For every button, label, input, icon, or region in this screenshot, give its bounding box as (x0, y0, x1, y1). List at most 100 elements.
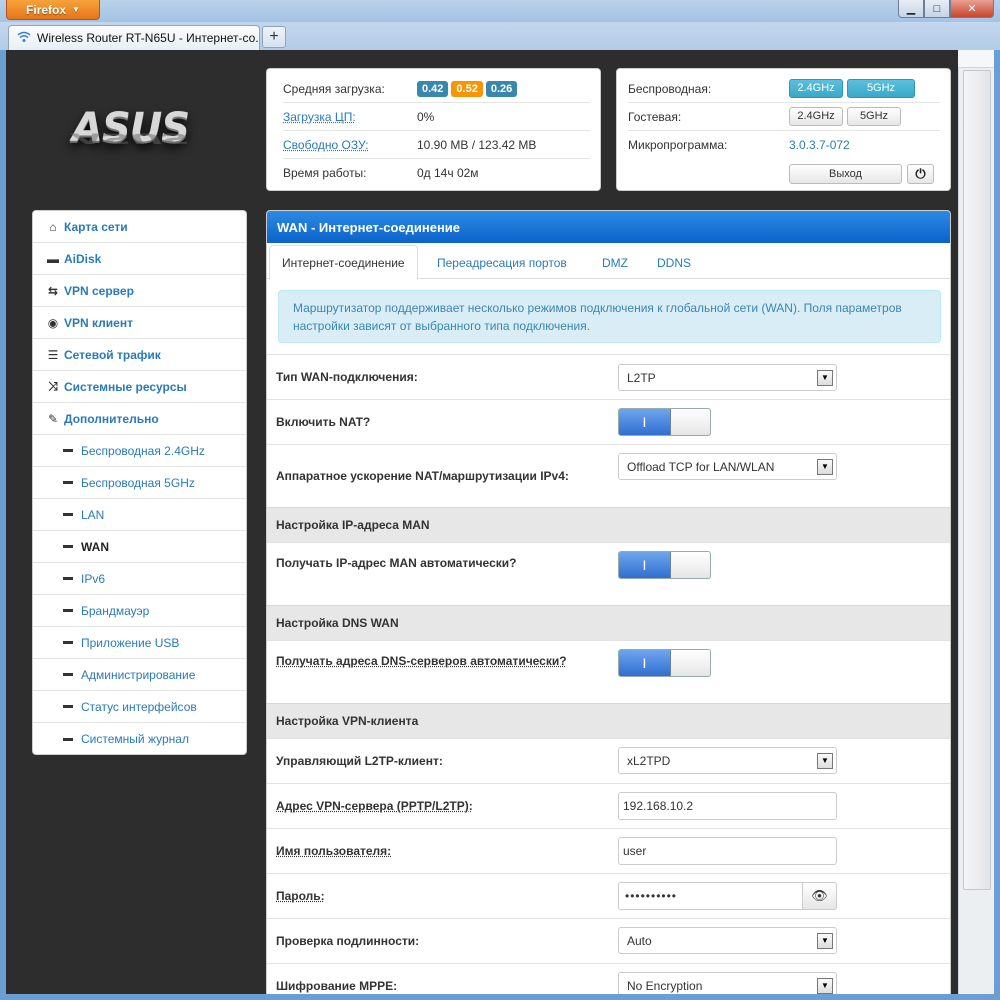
toggle-on-indicator: I (619, 552, 671, 578)
reboot-button[interactable]: ⏻ (907, 164, 934, 184)
sidebar-subitem-wan[interactable]: WAN (33, 531, 246, 563)
hw-accel-select[interactable]: Offload TCP for LAN/WLAN ▼ (618, 453, 837, 480)
password-group: 👁 (618, 882, 837, 910)
auth-select[interactable]: Auto ▼ (618, 927, 837, 954)
sidebar-subitem-label: Администрирование (81, 667, 196, 682)
firmware-row: Микропрограмма: 3.0.3.7-072 (628, 131, 940, 159)
minimize-button[interactable]: ▁ (898, 0, 924, 18)
scroll-thumb[interactable] (963, 70, 991, 890)
wan-type-value: L2TP (627, 370, 656, 385)
tab-dmz[interactable]: DMZ (590, 245, 640, 280)
dash-icon (63, 577, 73, 580)
chevron-down-icon: ▼ (817, 370, 833, 386)
window-titlebar: Firefox ▼ ▁ □ ✕ (0, 0, 1000, 22)
tab-ddns[interactable]: DDNS (645, 245, 703, 280)
sidebar-item-advanced[interactable]: ✎ Дополнительно (33, 403, 246, 435)
wifi-favicon-icon (17, 31, 31, 46)
sidebar-subitem-ipv6[interactable]: IPv6 (33, 563, 246, 595)
hdd-icon: ▬ (47, 251, 59, 266)
sidebar-subitem-label: Системный журнал (81, 732, 189, 746)
sidebar-subitem-syslog[interactable]: Системный журнал (33, 723, 246, 754)
page-scrollbar[interactable] (958, 50, 994, 994)
auth-value: Auto (627, 933, 652, 948)
load-badge-1: 0.42 (417, 80, 449, 97)
eye-icon: 👁 (811, 888, 828, 903)
nat-label: Включить NAT? (276, 415, 371, 429)
free-ram-link[interactable]: Свободно ОЗУ: (283, 138, 417, 152)
hw-accel-row: Аппаратное ускорение NAT/маршрутизации I… (267, 444, 950, 507)
chevron-down-icon: ▼ (817, 978, 833, 994)
scroll-up-button[interactable] (958, 50, 994, 68)
sidebar-item-system-resources[interactable]: ⤨ Системные ресурсы (33, 371, 246, 403)
wan-type-select[interactable]: L2TP ▼ (618, 364, 837, 391)
wan-type-row: Тип WAN-подключения: L2TP ▼ (267, 354, 950, 399)
mppe-select[interactable]: No Encryption ▼ (618, 972, 837, 994)
sidebar-item-vpn-server[interactable]: ⇆ VPN сервер (33, 275, 246, 307)
sidebar-item-label: AiDisk (64, 251, 102, 266)
show-password-button[interactable]: 👁 (802, 882, 837, 910)
maximize-button[interactable]: □ (924, 0, 950, 18)
guest-24ghz-button[interactable]: 2.4GHz (789, 107, 843, 126)
vpn-server-row: Адрес VPN-сервера (PPTP/L2TP): (267, 783, 950, 828)
firefox-menu-button[interactable]: Firefox ▼ (6, 0, 100, 20)
tab-port-forwarding[interactable]: Переадресация портов (425, 245, 579, 280)
browser-tab[interactable]: Wireless Router RT-N65U - Интернет-со... (8, 25, 260, 50)
man-auto-toggle[interactable]: I (618, 551, 711, 579)
dns-auto-toggle[interactable]: I (618, 649, 711, 677)
username-input[interactable] (618, 837, 837, 865)
sidebar-item-network-map[interactable]: ⌂ Карта сети (33, 211, 246, 243)
sidebar-item-aidisk[interactable]: ▬ AiDisk (33, 243, 246, 275)
home-icon: ⌂ (49, 219, 57, 234)
cpu-load-link[interactable]: Загрузка ЦП: (283, 110, 417, 124)
sidebar-item-vpn-client[interactable]: ◉ VPN клиент (33, 307, 246, 339)
retweet-icon: ⇆ (47, 283, 59, 298)
nat-toggle[interactable]: I (618, 408, 711, 436)
new-tab-button[interactable]: + (262, 26, 286, 48)
sidebar-item-traffic[interactable]: ☰ Сетевой трафик (33, 339, 246, 371)
close-window-button[interactable]: ✕ (950, 0, 994, 18)
sidebar-subitem-firewall[interactable]: Брандмауэр (33, 595, 246, 627)
firmware-version-link[interactable]: 3.0.3.7-072 (789, 138, 850, 152)
sidebar-subitem-admin[interactable]: Администрирование (33, 659, 246, 691)
uptime-label: Время работы: (283, 166, 367, 180)
dash-icon (63, 513, 73, 516)
sidebar-subitem-label: WAN (81, 539, 109, 554)
sidebar-subitem-label: Приложение USB (81, 635, 180, 650)
wireless-24ghz-button[interactable]: 2.4GHz (789, 79, 843, 98)
dash-icon (63, 737, 73, 741)
dash-icon (63, 609, 73, 612)
tab-internet-connection[interactable]: Интернет-соединение (269, 245, 418, 280)
dash-icon (63, 481, 73, 484)
l2tp-client-value: xL2TPD (627, 753, 671, 768)
password-row: Пароль: 👁 (267, 873, 950, 918)
mppe-label: Шифрование MPPE: (276, 979, 398, 993)
cpu-load-row: Загрузка ЦП: 0% (283, 103, 590, 131)
mppe-value: No Encryption (627, 978, 703, 993)
asus-logo-reflection: ASUS (72, 129, 190, 146)
password-input[interactable] (618, 882, 803, 910)
vpn-server-label: Адрес VPN-сервера (PPTP/L2TP): (276, 799, 473, 813)
wireless-row: Беспроводная: 2.4GHz 5GHz (628, 75, 940, 103)
sidebar-subitem-wireless-5[interactable]: Беспроводная 5GHz (33, 467, 246, 499)
chevron-down-icon: ▼ (72, 5, 80, 14)
wireless-5ghz-button[interactable]: 5GHz (847, 79, 915, 98)
logout-button[interactable]: Выход (789, 164, 902, 184)
sidebar-item-label: VPN клиент (64, 315, 133, 330)
l2tp-client-select[interactable]: xL2TPD ▼ (618, 747, 837, 774)
sidebar-subitem-label: Статус интерфейсов (81, 699, 197, 714)
dns-section-header: Настройка DNS WAN (267, 605, 950, 640)
guest-5ghz-button[interactable]: 5GHz (847, 107, 901, 126)
minimize-icon: ▁ (906, 3, 916, 15)
wireless-label: Беспроводная: (628, 81, 712, 96)
sidebar-subitem-usb[interactable]: Приложение USB (33, 627, 246, 659)
auth-label: Проверка подлинности: (276, 934, 420, 948)
power-icon: ⏻ (915, 166, 926, 181)
sidebar-item-label: Сетевой трафик (64, 347, 161, 362)
system-status-panel: Средняя загрузка: 0.42 0.52 0.26 Загрузка … (266, 68, 601, 191)
sidebar-subitem-interface-status[interactable]: Статус интерфейсов (33, 691, 246, 723)
firmware-label: Микропрограмма: (628, 138, 728, 152)
vpn-server-input[interactable] (618, 792, 837, 820)
sidebar-menu: ⌂ Карта сети ▬ AiDisk ⇆ VPN сервер ◉ VPN кли… (32, 210, 247, 755)
sidebar-subitem-wireless-24[interactable]: Беспроводная 2.4GHz (33, 435, 246, 467)
sidebar-subitem-lan[interactable]: LAN (33, 499, 246, 531)
